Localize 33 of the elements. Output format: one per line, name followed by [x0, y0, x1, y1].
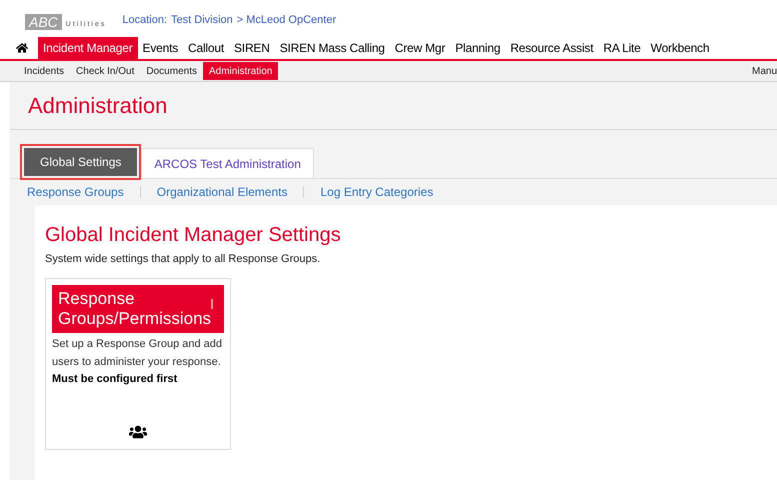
tab[interactable]: ARCOS Test Administration: [141, 148, 314, 178]
card-marker-icon: [211, 298, 214, 308]
breadcrumb-link[interactable]: > McLeod OpCenter: [236, 12, 336, 28]
section-title: Global Incident Manager Settings: [45, 223, 342, 247]
nav-tab[interactable]: Planning: [450, 37, 506, 59]
nav-tab[interactable]: Incident Manager: [38, 37, 138, 59]
nav-tab[interactable]: RA Lite: [598, 37, 646, 59]
nav-tab[interactable]: Workbench: [646, 37, 714, 59]
nav-tab[interactable]: SIREN Mass Calling: [274, 37, 390, 59]
card-description: Set up a Response Group and add users to administer your response.: [52, 336, 224, 370]
nav-tab[interactable]: Events: [138, 37, 184, 59]
users-icon: [129, 422, 147, 440]
tab[interactable]: Global Settings: [24, 148, 138, 176]
location-label: Location:: [122, 12, 168, 28]
logo: ABC: [25, 14, 62, 30]
card-title: Response Groups/Permissions: [58, 288, 212, 328]
settings-link[interactable]: Organizational Elements: [156, 183, 288, 201]
menu-link[interactable]: Manu: [752, 64, 777, 78]
subnav-tab[interactable]: Documents: [140, 62, 203, 80]
card-note: Must be configured first: [52, 372, 178, 386]
breadcrumb-link[interactable]: Test Division: [171, 12, 233, 28]
settings-link[interactable]: Response Groups: [27, 183, 124, 201]
subnav-tab[interactable]: Check In/Out: [70, 62, 140, 80]
settings-card[interactable]: Response Groups/Permissions Set up a Response Group and add users to administer your response. Must be configured first: [45, 278, 231, 450]
nav-tab[interactable]: Resource Assist: [505, 37, 598, 59]
subnav-tab[interactable]: Incidents: [18, 62, 70, 80]
settings-link[interactable]: Log Entry Categories: [320, 183, 434, 201]
nav-tab[interactable]: Crew Mgr: [390, 37, 450, 59]
subnav-tab[interactable]: Administration: [202, 62, 278, 80]
section-subtitle: System wide settings that apply to all Response Groups.: [45, 252, 322, 267]
page-title: Administration: [28, 92, 168, 120]
nav-tab[interactable]: Callout: [183, 37, 229, 59]
nav-tab[interactable]: SIREN: [229, 37, 275, 59]
